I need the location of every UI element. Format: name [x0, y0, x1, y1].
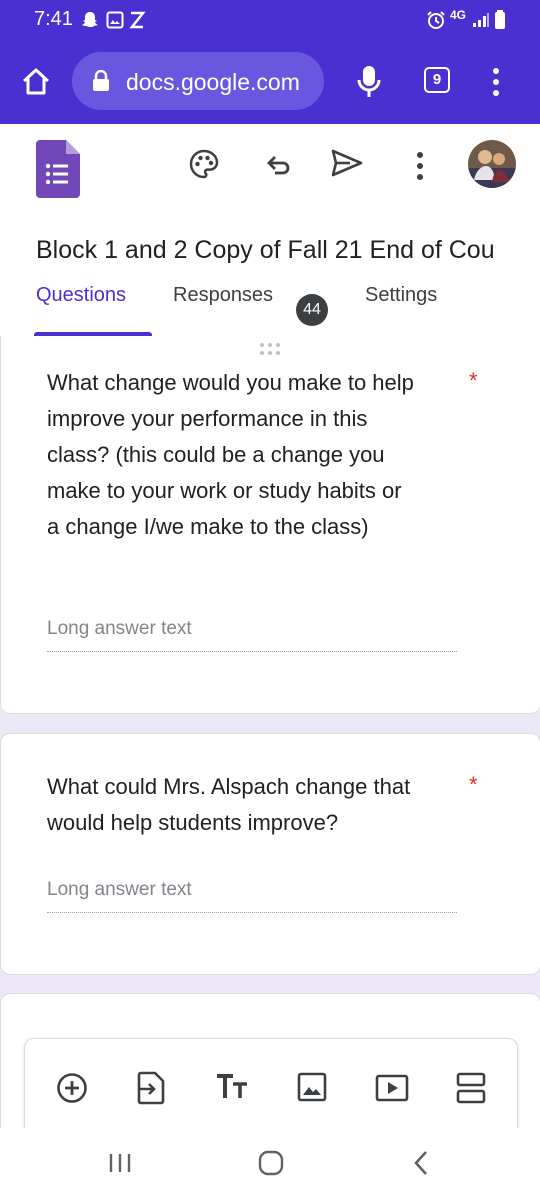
question-title: What change would you make to help impro…: [47, 370, 414, 539]
undo-icon[interactable]: [262, 150, 292, 180]
add-item-toolbar: [24, 1038, 518, 1138]
recents-icon[interactable]: [108, 1152, 132, 1174]
send-icon[interactable]: [330, 148, 364, 178]
lock-icon: [93, 70, 109, 91]
status-time: 7:41: [34, 8, 73, 30]
answer-placeholder: Long answer text: [47, 879, 192, 900]
more-vert-icon[interactable]: [488, 66, 504, 98]
drag-handle-icon[interactable]: [259, 342, 285, 356]
home-icon[interactable]: [258, 1150, 284, 1176]
responses-count-badge: 44: [296, 294, 328, 326]
add-section-icon[interactable]: [456, 1072, 486, 1104]
tab-responses[interactable]: Responses: [173, 284, 273, 307]
form-title: Block 1 and 2 Copy of Fall 21 End of Cou: [36, 236, 495, 264]
tab-switcher-button[interactable]: 9: [424, 67, 450, 93]
required-marker: *: [469, 772, 478, 797]
address-bar[interactable]: docs.google.com: [72, 52, 324, 110]
import-questions-icon[interactable]: [137, 1071, 165, 1105]
answer-underline: [47, 651, 457, 652]
status-bar: 7:41 4G: [0, 0, 540, 40]
alarm-icon: [427, 11, 445, 29]
home-icon[interactable]: [20, 66, 52, 98]
avatar[interactable]: [468, 140, 516, 188]
browser-toolbar: docs.google.com 9: [0, 40, 540, 124]
answer-underline: [47, 912, 457, 913]
answer-placeholder: Long answer text: [47, 618, 192, 639]
battery-icon: [495, 10, 505, 29]
system-nav-bar: [0, 1128, 540, 1200]
question-card[interactable]: What change would you make to help impro…: [0, 336, 540, 714]
add-question-icon[interactable]: [56, 1072, 88, 1104]
url-text: docs.google.com: [126, 69, 300, 95]
palette-icon[interactable]: [188, 148, 220, 180]
required-marker: *: [469, 368, 478, 393]
back-icon[interactable]: [412, 1150, 430, 1176]
add-title-icon[interactable]: [215, 1073, 249, 1101]
tab-settings[interactable]: Settings: [365, 284, 437, 307]
tab-questions[interactable]: Questions: [36, 284, 126, 307]
signal-icon: [473, 13, 489, 27]
mic-icon[interactable]: [356, 64, 382, 100]
forms-logo-icon[interactable]: [36, 140, 80, 198]
forms-header: Block 1 and 2 Copy of Fall 21 End of Cou…: [0, 124, 540, 337]
question-title: What could Mrs. Alspach change that woul…: [47, 774, 411, 835]
question-card[interactable]: What could Mrs. Alspach change that woul…: [0, 733, 540, 975]
4g-icon: 4G: [450, 8, 467, 22]
z-icon: [129, 11, 146, 29]
more-vert-icon[interactable]: [412, 150, 428, 182]
add-image-icon[interactable]: [297, 1072, 327, 1102]
add-video-icon[interactable]: [375, 1074, 409, 1102]
gallery-icon: [106, 11, 124, 29]
snapchat-icon: [82, 12, 98, 27]
